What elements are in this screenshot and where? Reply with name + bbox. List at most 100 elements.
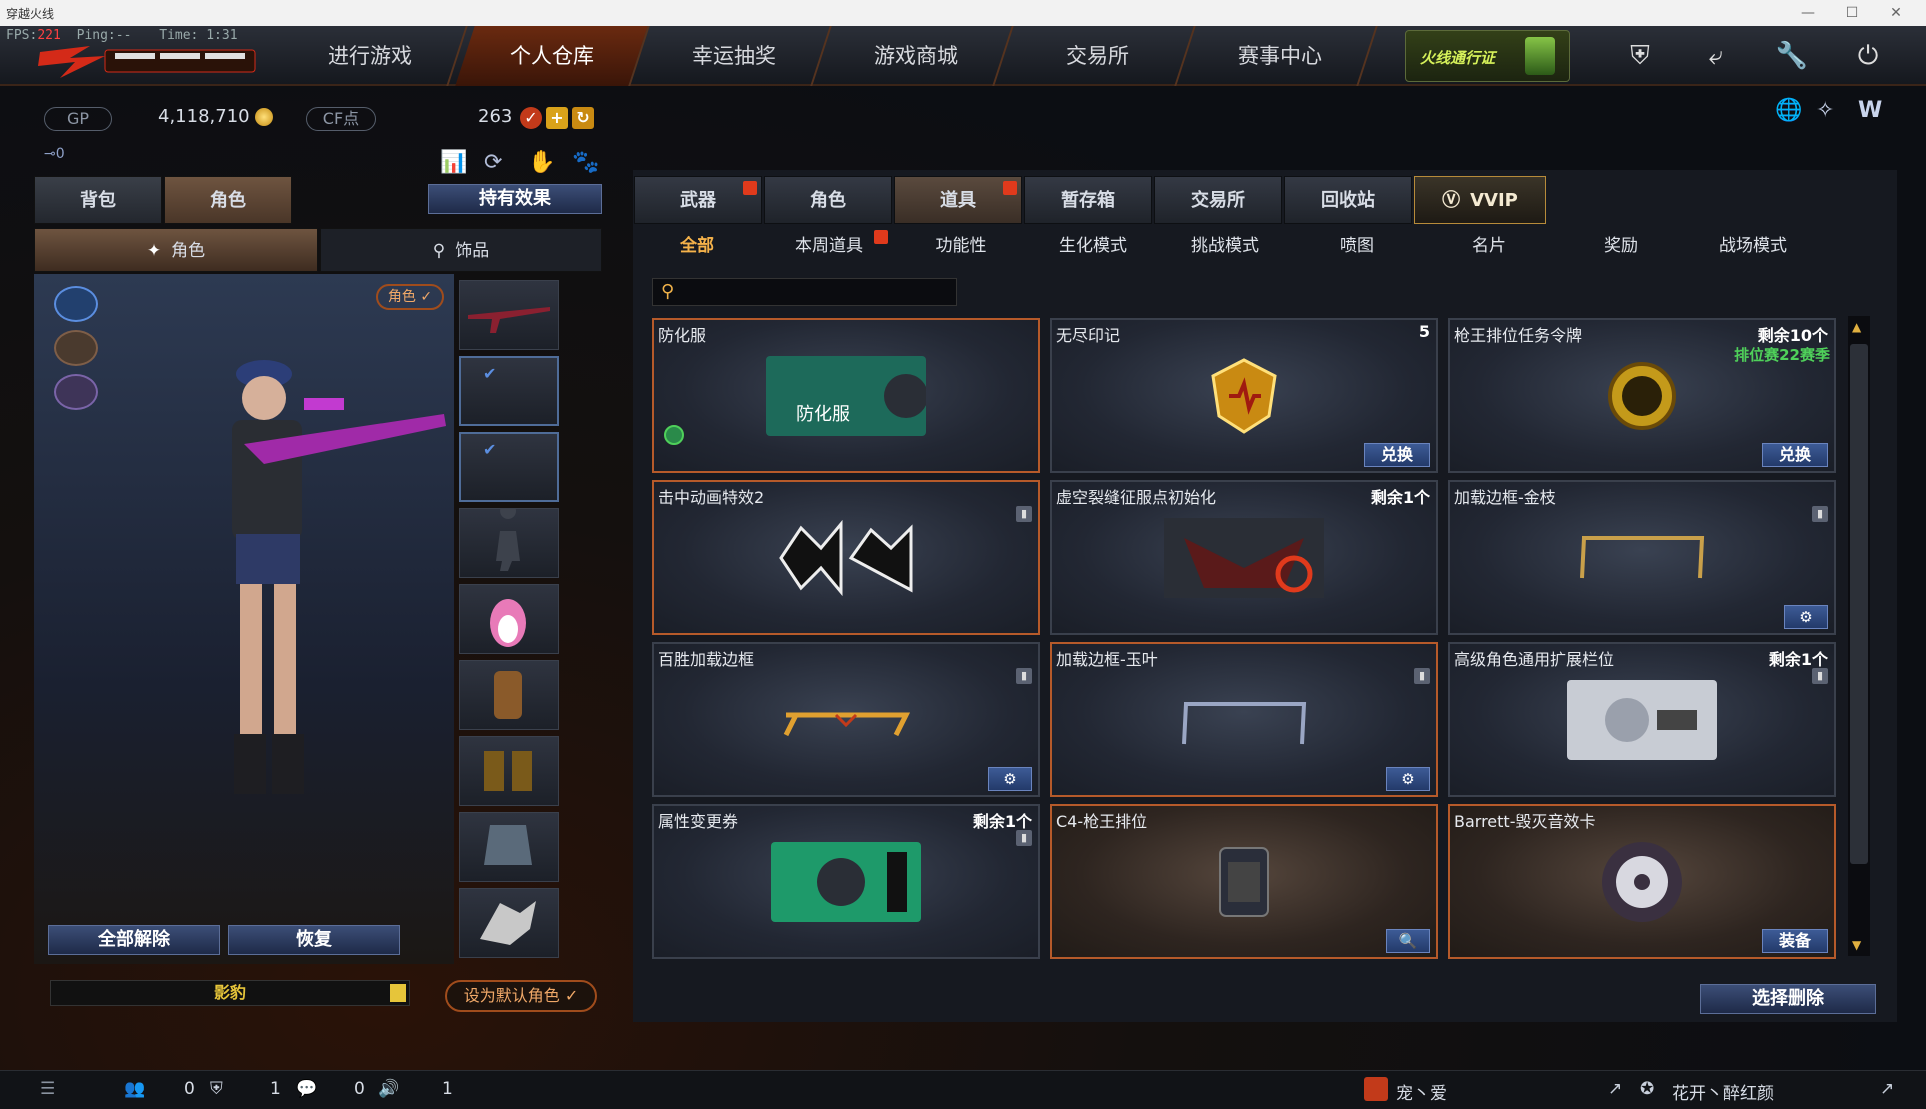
settings-icon[interactable]: ⚙ xyxy=(1784,605,1828,629)
search-icon[interactable]: 🔍 xyxy=(1386,929,1430,953)
trash-icon[interactable]: ▮ xyxy=(1016,668,1032,684)
slot-pet[interactable] xyxy=(459,584,559,654)
effects-button[interactable]: 持有效果 xyxy=(428,184,602,214)
settings-icon[interactable]: ⚙ xyxy=(1386,767,1430,791)
sub-all[interactable]: 全部 xyxy=(632,228,762,264)
cat-items[interactable]: 道具 xyxy=(894,176,1022,224)
friend-name-2[interactable]: 花开丶醉红颜 xyxy=(1672,1079,1774,1104)
item-card[interactable]: 防化服 防化服 xyxy=(652,318,1040,473)
trash-icon[interactable]: ▮ xyxy=(1812,506,1828,522)
item-card[interactable]: 虚空裂缝征服点初始化 剩余1个 xyxy=(1050,480,1438,635)
slot-ammo[interactable] xyxy=(459,736,559,806)
rotate-icon[interactable]: ⟳ xyxy=(484,150,502,175)
item-card[interactable]: Barrett-毁灭音效卡 装备 xyxy=(1448,804,1836,959)
item-action-button[interactable]: 装备 xyxy=(1762,929,1828,953)
sub-challenge[interactable]: 挑战模式 xyxy=(1160,228,1290,264)
add-cf-icon[interactable]: + xyxy=(546,107,568,129)
item-card[interactable]: 加载边框-玉叶 ⚙ ▮ xyxy=(1050,642,1438,797)
nav-storage[interactable]: 个人仓库 xyxy=(455,26,650,86)
sub-namecard[interactable]: 名片 xyxy=(1424,228,1554,264)
battle-pass-button[interactable]: 火线通行证 xyxy=(1405,30,1570,82)
chart-icon[interactable]: 📊 xyxy=(440,150,467,175)
scrollbar[interactable]: ▲ ▼ xyxy=(1848,316,1870,956)
set-default-button[interactable]: 设为默认角色 ✓ xyxy=(445,980,597,1012)
power-icon[interactable]: ⏻ xyxy=(1848,36,1888,76)
scroll-down-icon[interactable]: ▼ xyxy=(1852,938,1861,952)
minimize-icon[interactable]: — xyxy=(1786,0,1830,26)
slot-weapon[interactable] xyxy=(459,280,559,350)
nav-play[interactable]: 进行游戏 xyxy=(273,26,468,86)
nav-events[interactable]: 赛事中心 xyxy=(1183,26,1378,86)
restore-button[interactable]: 恢复 xyxy=(228,925,400,955)
clear-all-button[interactable]: 全部解除 xyxy=(48,925,220,955)
subtab-character[interactable]: ✦ 角色 xyxy=(34,228,318,272)
item-card[interactable]: 百胜加载边框 ⚙ ▮ xyxy=(652,642,1040,797)
menu-icon[interactable]: ☰ xyxy=(40,1079,55,1099)
item-card[interactable]: 无尽印记 5 兑换 xyxy=(1050,318,1438,473)
sub-reward[interactable]: 奖励 xyxy=(1556,228,1686,264)
settings-icon[interactable]: ⚙ xyxy=(988,767,1032,791)
refresh-icon[interactable]: ↻ xyxy=(572,107,594,129)
globe-icon[interactable]: 🌐 xyxy=(1775,98,1802,123)
shield-icon[interactable]: ⛨ xyxy=(1620,36,1660,76)
expand-icon[interactable]: ↗ xyxy=(1880,1079,1894,1099)
slot-secondary[interactable]: ✔ xyxy=(459,356,559,426)
friend-avatar-1[interactable] xyxy=(1364,1077,1388,1101)
close-icon[interactable]: ✕ xyxy=(1874,0,1918,26)
list-icon[interactable] xyxy=(390,984,406,1002)
select-delete-button[interactable]: 选择删除 xyxy=(1700,984,1876,1014)
trash-icon[interactable]: ▮ xyxy=(1016,506,1032,522)
wrench-icon[interactable]: 🔧 xyxy=(1772,36,1812,76)
nav-exchange[interactable]: 交易所 xyxy=(1001,26,1196,86)
cat-characters[interactable]: 角色 xyxy=(764,176,892,224)
cat-exchange[interactable]: 交易所 xyxy=(1154,176,1282,224)
tab-backpack[interactable]: 背包 xyxy=(34,176,162,224)
item-card[interactable]: 属性变更券 剩余1个 ▮ xyxy=(652,804,1040,959)
tab-character[interactable]: 角色 xyxy=(164,176,292,224)
nav-lottery[interactable]: 幸运抽奖 xyxy=(637,26,832,86)
sub-functional[interactable]: 功能性 xyxy=(896,228,1026,264)
return-icon[interactable]: ⤶ xyxy=(1696,36,1736,76)
friends-icon[interactable]: 👥 xyxy=(124,1079,145,1099)
friend-avatar-2[interactable]: ✪ xyxy=(1640,1079,1654,1099)
item-card[interactable]: 击中动画特效2 ▮ xyxy=(652,480,1040,635)
slot-silhouette[interactable] xyxy=(459,503,559,578)
cat-recycle[interactable]: 回收站 xyxy=(1284,176,1412,224)
nav-shop[interactable]: 游戏商城 xyxy=(819,26,1014,86)
pet-icon[interactable]: 🐾 xyxy=(572,150,599,175)
item-card[interactable]: 高级角色通用扩展栏位 剩余1个 ▮ xyxy=(1448,642,1836,797)
cat-storage[interactable]: 暂存箱 xyxy=(1024,176,1152,224)
search-input[interactable]: ⚲ xyxy=(652,278,957,306)
slot-emblem[interactable] xyxy=(459,888,559,958)
subtab-accessory[interactable]: ⚲ 饰品 xyxy=(320,228,602,272)
slot-backpack[interactable] xyxy=(459,660,559,730)
trash-icon[interactable]: ▮ xyxy=(1016,830,1032,846)
item-card[interactable]: 枪王排位任务令牌 剩余10个 排位赛22赛季 兑换 xyxy=(1448,318,1836,473)
pose-icon[interactable]: ✋ xyxy=(528,150,555,175)
vip-icon[interactable]: W xyxy=(1858,98,1882,123)
skill-icon-1[interactable] xyxy=(54,286,98,322)
maximize-icon[interactable]: ☐ xyxy=(1830,0,1874,26)
friend-name-1[interactable]: 宠丶爱 xyxy=(1396,1079,1447,1104)
sub-battlefield[interactable]: 战场模式 xyxy=(1688,228,1818,264)
character-preview[interactable]: 角色 ✓ xyxy=(34,274,454,964)
trash-icon[interactable]: ▮ xyxy=(1414,668,1430,684)
scroll-thumb[interactable] xyxy=(1850,344,1868,864)
item-action-button[interactable]: 兑换 xyxy=(1762,443,1828,467)
skill-icon-3[interactable] xyxy=(54,374,98,410)
scroll-up-icon[interactable]: ▲ xyxy=(1852,320,1861,334)
item-card[interactable]: C4-枪王排位 🔍 xyxy=(1050,804,1438,959)
slot-armor[interactable] xyxy=(459,812,559,882)
sub-spray[interactable]: 喷图 xyxy=(1292,228,1422,264)
slot-melee[interactable]: ✔ xyxy=(459,432,559,502)
sub-weekly[interactable]: 本周道具 xyxy=(764,228,894,264)
item-action-button[interactable]: 兑换 xyxy=(1364,443,1430,467)
item-card[interactable]: 加载边框-金枝 ⚙ ▮ xyxy=(1448,480,1836,635)
skill-icon-2[interactable] xyxy=(54,330,98,366)
chat-icon[interactable]: 💬 xyxy=(296,1079,317,1099)
trash-icon[interactable]: ▮ xyxy=(1812,668,1828,684)
volume-icon[interactable]: 🔊 xyxy=(378,1079,399,1099)
puzzle-icon[interactable]: ✧ xyxy=(1816,98,1834,123)
expand-icon[interactable]: ↗ xyxy=(1608,1079,1622,1099)
clan-icon[interactable]: ⛨ xyxy=(210,1079,223,1099)
